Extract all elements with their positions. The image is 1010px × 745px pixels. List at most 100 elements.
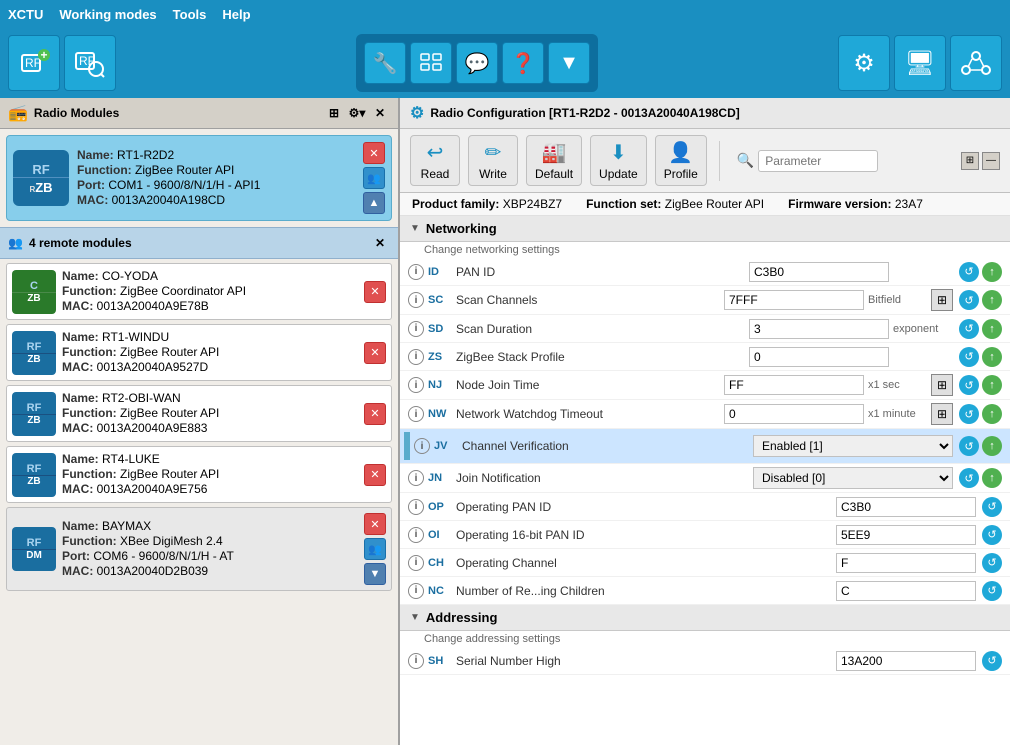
input-NJ[interactable]: [724, 375, 864, 395]
write-ID[interactable]: ↑: [982, 262, 1002, 282]
refresh-ID[interactable]: ↺: [959, 262, 979, 282]
remove-remote-2-btn[interactable]: ✕: [364, 403, 386, 425]
parameter-search-input[interactable]: [758, 150, 878, 172]
calc-NJ[interactable]: ⊞: [931, 374, 953, 396]
input-SH[interactable]: [836, 651, 976, 671]
networking-section-header[interactable]: ▼ Networking: [400, 216, 1010, 242]
info-CH[interactable]: i: [408, 555, 424, 571]
info-ZS[interactable]: i: [408, 349, 424, 365]
write-SC[interactable]: ↑: [982, 290, 1002, 310]
local-module[interactable]: RF RZB Name: RT1-R2D2 Function: ZigBee R…: [6, 135, 392, 221]
menu-working-modes[interactable]: Working modes: [59, 7, 156, 22]
info-SD[interactable]: i: [408, 321, 424, 337]
default-button[interactable]: 🏭 Default: [526, 135, 582, 186]
select-JN[interactable]: Disabled [0] Enabled [1]: [753, 467, 953, 489]
remote-module-1[interactable]: RF ZB Name: RT1-WINDU Function: ZigBee R…: [6, 324, 392, 381]
addressing-section-header[interactable]: ▼ Addressing: [400, 605, 1010, 631]
refresh-NC[interactable]: ↺: [982, 581, 1002, 601]
network-button[interactable]: [950, 35, 1002, 91]
write-SD[interactable]: ↑: [982, 319, 1002, 339]
write-NJ[interactable]: ↑: [982, 375, 1002, 395]
networking-title: Networking: [426, 221, 497, 236]
remote-module-2[interactable]: RF ZB Name: RT2-OBI-WAN Function: ZigBee…: [6, 385, 392, 442]
layout-btn[interactable]: ⊞: [324, 103, 344, 123]
info-JN[interactable]: i: [408, 470, 424, 486]
dropdown-icon[interactable]: ▼: [548, 42, 590, 84]
write-JN[interactable]: ↑: [982, 468, 1002, 488]
info-SC[interactable]: i: [408, 292, 424, 308]
info-ID[interactable]: i: [408, 264, 424, 280]
profile-button[interactable]: 👤 Profile: [655, 135, 707, 186]
refresh-SD[interactable]: ↺: [959, 319, 979, 339]
write-JV[interactable]: ↑: [982, 436, 1002, 456]
info-NJ[interactable]: i: [408, 377, 424, 393]
input-SD[interactable]: [749, 319, 889, 339]
discover-button[interactable]: RF: [64, 35, 116, 91]
select-JV[interactable]: Enabled [1] Disabled [0]: [753, 435, 953, 457]
refresh-OI[interactable]: ↺: [982, 525, 1002, 545]
family-value: XBP24BZ7: [503, 197, 562, 211]
input-OP[interactable]: [836, 497, 976, 517]
refresh-ZS[interactable]: ↺: [959, 347, 979, 367]
settings-button[interactable]: ⚙: [838, 35, 890, 91]
input-CH[interactable]: [836, 553, 976, 573]
menu-tools[interactable]: Tools: [173, 7, 207, 22]
info-OP[interactable]: i: [408, 499, 424, 515]
refresh-JN[interactable]: ↺: [959, 468, 979, 488]
users-baymax-btn[interactable]: 👥: [364, 538, 386, 560]
info-JV[interactable]: i: [414, 438, 430, 454]
terminal-button[interactable]: 🖥: [894, 35, 946, 91]
refresh-SC[interactable]: ↺: [959, 290, 979, 310]
baymax-module[interactable]: RF DM Name: BAYMAX Function: XBee DigiMe…: [6, 507, 392, 591]
add-module-button[interactable]: RF +: [8, 35, 60, 91]
info-OI[interactable]: i: [408, 527, 424, 543]
refresh-SH[interactable]: ↺: [982, 651, 1002, 671]
remove-remote-3-btn[interactable]: ✕: [364, 464, 386, 486]
input-ID[interactable]: [749, 262, 889, 282]
info-NC[interactable]: i: [408, 583, 424, 599]
up-local-btn[interactable]: ▲: [363, 192, 385, 214]
write-ZS[interactable]: ↑: [982, 347, 1002, 367]
close-panel-btn[interactable]: ✕: [370, 103, 390, 123]
restore-btn[interactable]: ⊞: [961, 152, 979, 170]
input-NC[interactable]: [836, 581, 976, 601]
addressing-title: Addressing: [426, 610, 498, 625]
menu-help[interactable]: Help: [222, 7, 250, 22]
read-button[interactable]: ↩ Read: [410, 135, 460, 186]
calc-SC[interactable]: ⊞: [931, 289, 953, 311]
info-NW[interactable]: i: [408, 406, 424, 422]
input-NW[interactable]: [724, 404, 864, 424]
info-SH[interactable]: i: [408, 653, 424, 669]
input-ZS[interactable]: [749, 347, 889, 367]
unit-NW: x1 minute: [868, 408, 928, 420]
chat-icon[interactable]: 💬: [456, 42, 498, 84]
refresh-NJ[interactable]: ↺: [959, 375, 979, 395]
remote-module-0[interactable]: C ZB Name: CO-YODA Function: ZigBee Coor…: [6, 263, 392, 320]
refresh-JV[interactable]: ↺: [959, 436, 979, 456]
close-remote-btn[interactable]: ✕: [370, 233, 390, 253]
remote-module-3[interactable]: RF ZB Name: RT4-LUKE Function: ZigBee Ro…: [6, 446, 392, 503]
addressing-subtitle: Change addressing settings: [414, 631, 1010, 647]
config-icon: ⚙: [410, 103, 424, 123]
update-button[interactable]: ⬇ Update: [590, 135, 647, 186]
write-button[interactable]: ✏ Write: [468, 135, 518, 186]
remote-section: 👥 4 remote modules ✕ C ZB Name: CO-YODA …: [0, 227, 398, 745]
calc-NW[interactable]: ⊞: [931, 403, 953, 425]
tools-icon[interactable]: 🔧: [364, 42, 406, 84]
settings-dropdown-btn[interactable]: ⚙▾: [347, 103, 367, 123]
write-NW[interactable]: ↑: [982, 404, 1002, 424]
remove-remote-0-btn[interactable]: ✕: [364, 281, 386, 303]
users-local-btn[interactable]: 👥: [363, 167, 385, 189]
frames-icon[interactable]: [410, 42, 452, 84]
input-SC[interactable]: [724, 290, 864, 310]
input-OI[interactable]: [836, 525, 976, 545]
remove-remote-1-btn[interactable]: ✕: [364, 342, 386, 364]
refresh-OP[interactable]: ↺: [982, 497, 1002, 517]
down-baymax-btn[interactable]: ▼: [364, 563, 386, 585]
remove-local-btn[interactable]: ✕: [363, 142, 385, 164]
remove-baymax-btn[interactable]: ✕: [364, 513, 386, 535]
help-icon[interactable]: ❓: [502, 42, 544, 84]
minimize-btn[interactable]: —: [982, 152, 1000, 170]
refresh-CH[interactable]: ↺: [982, 553, 1002, 573]
refresh-NW[interactable]: ↺: [959, 404, 979, 424]
